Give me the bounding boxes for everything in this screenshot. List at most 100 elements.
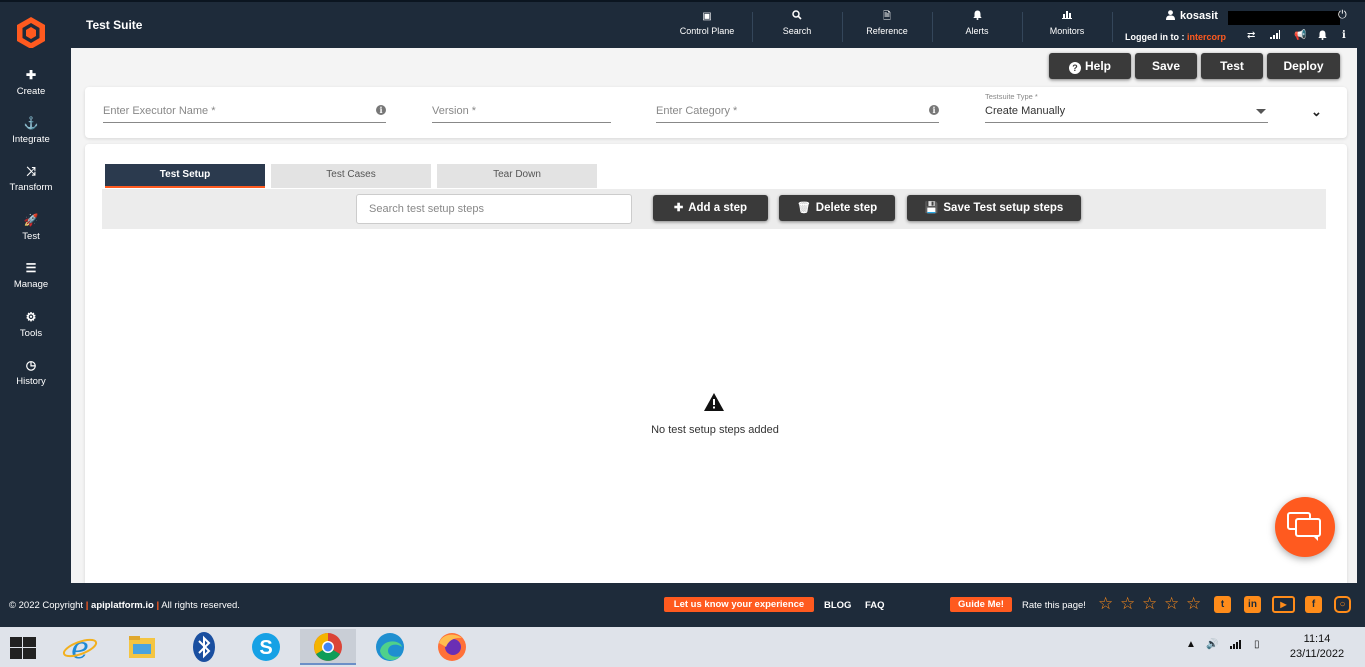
bluetooth-icon[interactable]: [176, 629, 232, 665]
info-icon[interactable]: i: [1342, 30, 1346, 41]
warning-icon: [704, 393, 724, 411]
user-name[interactable]: kosasit: [1180, 10, 1218, 22]
logo-icon[interactable]: [14, 16, 48, 50]
shuffle-icon: ⤨: [26, 164, 36, 178]
sidebar-item-label: Integrate: [12, 134, 50, 145]
shuffle-icon[interactable]: ⇄: [1247, 30, 1255, 41]
plus-icon: ✚: [673, 202, 684, 214]
linkedin-icon[interactable]: in: [1244, 596, 1261, 613]
deploy-button[interactable]: Deploy: [1267, 53, 1340, 79]
test-button[interactable]: Test: [1201, 53, 1263, 79]
chat-button[interactable]: [1275, 497, 1335, 557]
faq-link[interactable]: FAQ: [865, 600, 885, 611]
rights-text: All rights reserved.: [161, 600, 240, 611]
nav-control-plane[interactable]: ▣ Control Plane: [663, 10, 751, 42]
sidebar-item-tools[interactable]: ⚙ Tools: [0, 310, 62, 339]
tab-test-setup[interactable]: Test Setup: [105, 164, 265, 188]
info-icon[interactable]: i: [376, 105, 386, 115]
divider: [1112, 12, 1113, 42]
sidebar-item-create[interactable]: ✚ Create: [0, 68, 62, 97]
star-icon[interactable]: ☆: [1186, 594, 1201, 614]
windows-start-icon[interactable]: [10, 637, 36, 659]
chevron-down-icon[interactable]: ⌄: [1311, 104, 1322, 120]
battery-icon[interactable]: ▯: [1254, 639, 1260, 650]
question-icon: ?: [1068, 62, 1081, 74]
wifi-signal-icon[interactable]: [1230, 639, 1244, 652]
add-step-button[interactable]: ✚ Add a step: [653, 195, 768, 221]
sidebar-item-history[interactable]: ◷ History: [0, 358, 62, 387]
executor-name-placeholder: Enter Executor Name *: [103, 105, 216, 117]
svg-text:S: S: [259, 637, 272, 659]
system-clock[interactable]: 11:14 23/11/2022: [1284, 632, 1350, 662]
testsuite-type-label: Testsuite Type *: [985, 92, 1038, 101]
brand-link[interactable]: apiplatform.io: [91, 600, 154, 611]
category-field[interactable]: Enter Category * i: [656, 105, 939, 123]
trash-icon: 🗑: [796, 202, 811, 214]
chevron-up-icon[interactable]: ▲: [1186, 639, 1196, 650]
help-button[interactable]: ? Help: [1049, 53, 1131, 79]
internet-explorer-icon[interactable]: e: [52, 629, 108, 666]
sidebar-item-manage[interactable]: ☰ Manage: [0, 261, 62, 290]
bar-chart-icon: [1023, 10, 1111, 24]
save-setup-steps-label: Save Test setup steps: [943, 202, 1064, 214]
sidebar-item-test[interactable]: 🚀 Test: [0, 213, 62, 242]
tab-tear-down[interactable]: Tear Down: [437, 164, 597, 188]
instagram-icon[interactable]: ○: [1334, 596, 1351, 613]
star-icon[interactable]: ☆: [1098, 594, 1113, 614]
delete-step-button[interactable]: 🗑 Delete step: [779, 195, 895, 221]
user-icon: [1166, 10, 1175, 23]
category-placeholder: Enter Category *: [656, 105, 738, 117]
nav-label: Search: [782, 26, 812, 36]
edge-icon[interactable]: [362, 629, 418, 665]
star-icon[interactable]: ☆: [1120, 594, 1135, 614]
sidebar-item-label: Manage: [13, 279, 49, 290]
guide-me-button[interactable]: Guide Me!: [950, 597, 1012, 612]
main-content: ? Help Save Test Deploy Enter Executor Na…: [71, 48, 1357, 594]
scrollbar-track[interactable]: [1357, 48, 1365, 583]
clock-time: 11:14: [1303, 633, 1331, 645]
executor-name-field[interactable]: Enter Executor Name * i: [103, 105, 386, 123]
youtube-icon[interactable]: ▶: [1272, 596, 1295, 613]
testsuite-type-select[interactable]: Create Manually: [985, 105, 1268, 123]
nav-label: Reference: [866, 26, 908, 36]
chat-bubbles-icon: [1287, 512, 1321, 541]
file-explorer-icon[interactable]: [114, 629, 170, 665]
power-icon[interactable]: ⏻: [1338, 9, 1347, 22]
star-icon[interactable]: ☆: [1142, 594, 1157, 614]
version-field[interactable]: Version *: [432, 105, 611, 123]
megaphone-icon[interactable]: 📢: [1294, 30, 1306, 41]
skype-icon[interactable]: S: [238, 629, 294, 665]
save-setup-steps-button[interactable]: 💾 Save Test setup steps: [907, 195, 1081, 221]
signal-icon[interactable]: [1270, 30, 1280, 42]
user-area: kosasit ⏻ Logged in to : intercorp ⇄ 📢 i: [1120, 6, 1365, 48]
search-steps-input[interactable]: [356, 194, 632, 224]
chrome-icon[interactable]: [300, 629, 356, 665]
nav-monitors[interactable]: Monitors: [1023, 10, 1111, 42]
blog-link[interactable]: BLOG: [824, 600, 851, 611]
server-icon: ☰: [25, 261, 37, 275]
rocket-icon: 🚀: [23, 213, 39, 227]
nav-search[interactable]: Search: [753, 10, 841, 42]
firefox-icon[interactable]: [424, 629, 480, 665]
volume-icon[interactable]: 🔊: [1206, 639, 1218, 650]
nav-alerts[interactable]: Alerts: [933, 10, 1021, 42]
page-title: Test Suite: [86, 18, 143, 32]
sidebar-item-integrate[interactable]: ⚓ Integrate: [0, 116, 62, 145]
twitter-icon[interactable]: t: [1214, 596, 1231, 613]
info-icon[interactable]: i: [929, 105, 939, 115]
facebook-icon[interactable]: f: [1305, 596, 1322, 613]
rate-page-label: Rate this page!: [1022, 600, 1086, 611]
notification-bell-icon[interactable]: [1318, 30, 1327, 43]
org-name[interactable]: intercorp: [1187, 32, 1226, 42]
anchor-icon: ⚓: [23, 116, 39, 130]
top-navigation-bar: Test Suite ▣ Control Plane Search 🗎 Refe…: [0, 0, 1365, 50]
star-icon[interactable]: ☆: [1164, 594, 1179, 614]
bell-icon: [933, 10, 1021, 24]
nav-reference[interactable]: 🗎 Reference: [843, 10, 931, 42]
save-button[interactable]: Save: [1135, 53, 1197, 79]
sidebar-item-transform[interactable]: ⤨ Transform: [0, 164, 62, 193]
sidebar-item-label: Create: [16, 86, 46, 97]
redaction-mask: [1228, 11, 1340, 25]
feedback-button[interactable]: Let us know your experience: [664, 597, 814, 612]
tab-test-cases[interactable]: Test Cases: [271, 164, 431, 188]
